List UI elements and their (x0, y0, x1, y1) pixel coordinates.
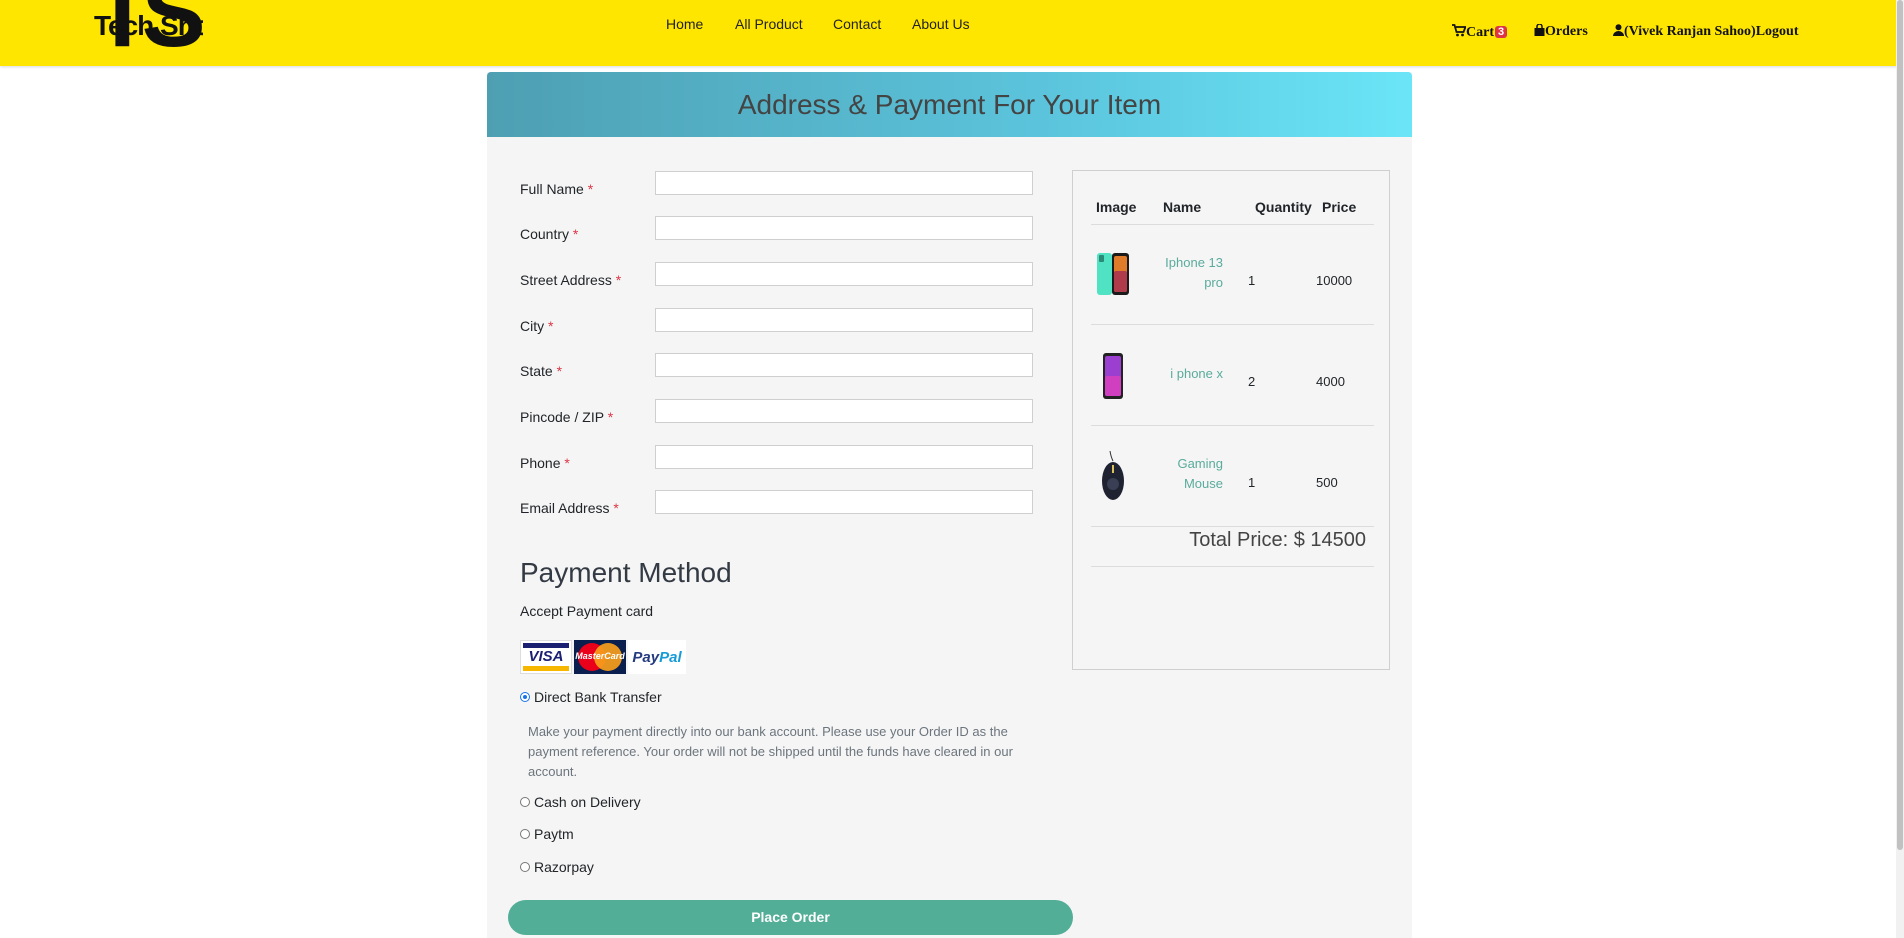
email-row: Email Address * (520, 490, 1040, 520)
bank-transfer-description: Make your payment directly into our bank… (528, 724, 1013, 779)
checkout-header: Address & Payment For Your Item (487, 72, 1412, 137)
pincode-label: Pincode / ZIP * (520, 409, 614, 425)
cart-icon (1452, 24, 1466, 37)
product-quantity: 1 (1248, 273, 1256, 288)
cart-label: Cart (1466, 25, 1494, 40)
user-logout-link[interactable]: (Vivek Ranjan Sahoo)Logout (1613, 24, 1799, 40)
order-summary: Image Name Quantity Price Iphone 13 pro 1… (1072, 170, 1390, 670)
pincode-row: Pincode / ZIP * (520, 399, 1040, 429)
gaming-mouse-image (1093, 450, 1133, 501)
country-row: Country * (520, 216, 1040, 246)
user-icon (1613, 24, 1624, 36)
full-name-label: Full Name * (520, 181, 594, 197)
nav-home[interactable]: Home (666, 16, 703, 32)
city-row: City * (520, 308, 1040, 338)
street-address-row: Street Address * (520, 262, 1040, 292)
street-address-label: Street Address * (520, 272, 622, 288)
paytm-label: Paytm (534, 826, 574, 842)
payment-option-bank-transfer[interactable]: Direct Bank Transfer (520, 689, 662, 705)
product-price: 500 (1316, 475, 1338, 490)
street-address-input[interactable] (655, 262, 1033, 286)
razorpay-label: Razorpay (534, 859, 594, 875)
green-phone-image (1093, 251, 1133, 301)
col-image: Image (1096, 199, 1137, 215)
col-quantity: Quantity (1255, 199, 1312, 215)
radio-bank-transfer[interactable] (520, 692, 530, 702)
total-price: Total Price: $ 14500 (1189, 529, 1366, 551)
radio-razorpay[interactable] (520, 862, 530, 872)
phone-label: Phone * (520, 455, 570, 471)
phone-row: Phone * (520, 445, 1040, 475)
orders-label: Orders (1545, 24, 1588, 39)
summary-divider (1091, 566, 1374, 567)
payment-option-razorpay[interactable]: Razorpay (520, 859, 594, 875)
payment-method-title: Payment Method (520, 557, 732, 588)
orders-link[interactable]: Orders (1534, 24, 1588, 40)
state-input[interactable] (655, 353, 1033, 377)
cart-link[interactable]: Cart 3 (1452, 24, 1508, 41)
payment-subtitle: Accept Payment card (520, 603, 654, 619)
checkout-card: Address & Payment For Your Item Full Nam… (487, 72, 1412, 938)
scrollbar-thumb[interactable] (1897, 0, 1903, 850)
visa-logo: VISA (520, 640, 572, 674)
place-order-button[interactable]: Place Order (508, 900, 1073, 935)
payment-option-paytm[interactable]: Paytm (520, 826, 574, 842)
paypal-logo: PayPal (628, 640, 686, 674)
state-row: State * (520, 353, 1040, 383)
radio-paytm[interactable] (520, 829, 530, 839)
summary-divider (1091, 425, 1374, 426)
product-quantity: 1 (1248, 475, 1256, 490)
summary-divider (1091, 324, 1374, 325)
page-title: Address & Payment For Your Item (737, 89, 1162, 120)
cart-count-badge: 3 (1495, 26, 1508, 38)
shopping-bag-icon (1534, 24, 1545, 36)
product-price: 4000 (1316, 374, 1345, 389)
email-input[interactable] (655, 490, 1033, 514)
city-label: City * (520, 318, 554, 334)
mastercard-logo: MasterCard (574, 640, 626, 674)
col-price: Price (1322, 199, 1357, 215)
city-input[interactable] (655, 308, 1033, 332)
product-quantity: 2 (1248, 374, 1256, 389)
nav-all-product[interactable]: All Product (735, 16, 803, 32)
country-label: Country * (520, 226, 579, 242)
purple-phone-image (1093, 352, 1133, 402)
top-navbar: TS Tech Shop Home All Product Contact Ab… (0, 0, 1904, 66)
summary-divider (1091, 224, 1374, 225)
radio-cash-on-delivery[interactable] (520, 797, 530, 807)
nav-about-us[interactable]: About Us (912, 16, 970, 32)
page-scrollbar[interactable] (1896, 0, 1904, 938)
product-name-link[interactable]: Iphone 13 pro (1143, 253, 1223, 293)
full-name-input[interactable] (655, 171, 1033, 195)
nav-contact[interactable]: Contact (833, 16, 881, 32)
email-label: Email Address * (520, 500, 619, 516)
product-name-link[interactable]: i phone x (1143, 364, 1223, 384)
product-price: 10000 (1316, 273, 1353, 288)
cash-on-delivery-label: Cash on Delivery (534, 794, 641, 810)
summary-divider (1091, 526, 1374, 527)
bank-transfer-label: Direct Bank Transfer (534, 689, 662, 705)
full-name-row: Full Name * (520, 171, 1040, 201)
phone-input[interactable] (655, 445, 1033, 469)
col-name: Name (1163, 199, 1202, 215)
pincode-input[interactable] (655, 399, 1033, 423)
user-logout-label: (Vivek Ranjan Sahoo)Logout (1624, 24, 1799, 39)
payment-option-cash-on-delivery[interactable]: Cash on Delivery (520, 794, 641, 810)
country-input[interactable] (655, 216, 1033, 240)
state-label: State * (520, 363, 563, 379)
product-name-link[interactable]: Gaming Mouse (1143, 454, 1223, 494)
